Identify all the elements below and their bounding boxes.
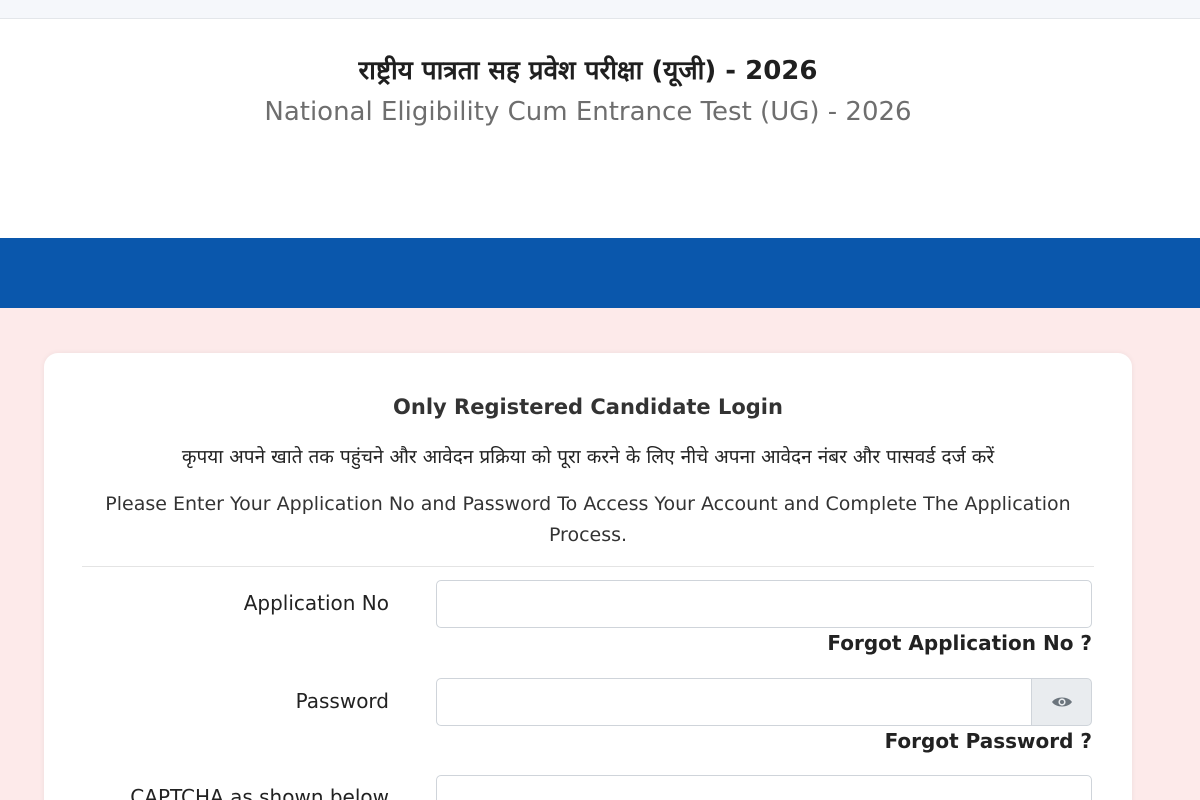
captcha-input[interactable] <box>436 775 1092 800</box>
show-password-button[interactable] <box>1031 678 1092 726</box>
navigation-bar <box>0 238 1200 308</box>
login-heading: Only Registered Candidate Login <box>393 395 783 419</box>
application-no-input[interactable] <box>436 580 1092 628</box>
forgot-application-no-link[interactable]: Forgot Application No ? <box>827 631 1092 655</box>
page-title-english: National Eligibility Cum Entrance Test (… <box>264 97 912 127</box>
page-title-hindi: राष्ट्रीय पात्रता सह प्रवेश परीक्षा (यूज… <box>358 56 818 86</box>
instruction-hindi: कृपया अपने खाते तक पहुंचने और आवेदन प्रक… <box>181 446 995 468</box>
eye-icon <box>1051 697 1072 707</box>
login-card: Only Registered Candidate Login कृपया अप… <box>44 353 1132 800</box>
divider <box>82 566 1094 567</box>
password-label: Password <box>295 689 389 713</box>
site-header: राष्ट्रीय पात्रता सह प्रवेश परीक्षा (यूज… <box>0 19 1200 238</box>
instruction-english: Please Enter Your Application No and Pas… <box>105 493 1071 546</box>
password-input[interactable] <box>436 678 1032 726</box>
top-strip <box>0 0 1200 19</box>
forgot-password-link[interactable]: Forgot Password ? <box>885 729 1092 753</box>
captcha-label: CAPTCHA as shown below <box>130 785 389 800</box>
application-no-label: Application No <box>243 591 389 615</box>
